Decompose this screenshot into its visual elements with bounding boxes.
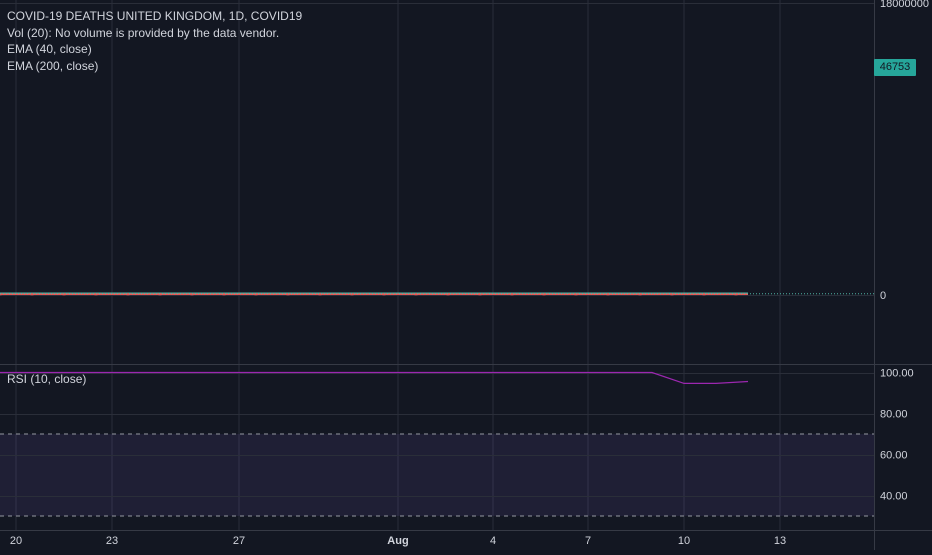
time-axis-label: Aug — [387, 535, 408, 547]
rsi-indicator-label[interactable]: RSI (10, close) — [7, 372, 86, 386]
candle-mark — [638, 293, 642, 296]
ema40-indicator-label[interactable]: EMA (40, close) — [7, 41, 302, 58]
time-axis-label: 23 — [106, 535, 118, 547]
time-axis-label: 13 — [774, 535, 786, 547]
candle-mark — [542, 293, 546, 296]
chart-legend: COVID-19 DEATHS UNITED KINGDOM, 1D, COVI… — [7, 8, 302, 74]
chart-container[interactable]: 18000000 0 100.00 80.00 60.00 40.00 20 23 27 Aug 4… — [0, 0, 932, 550]
ema200-indicator-label[interactable]: EMA (200, close) — [7, 58, 302, 75]
rsi-axis-label: 80.00 — [880, 409, 908, 421]
rsi-band — [0, 434, 874, 516]
candle-mark — [446, 293, 450, 296]
last-price-badge: 46753 — [874, 59, 916, 76]
candle-mark — [734, 293, 738, 296]
candle-mark — [62, 293, 66, 296]
candle-mark — [350, 293, 354, 296]
time-axis-label: 20 — [10, 535, 22, 547]
time-axis-label: 27 — [233, 535, 245, 547]
time-axis-label: 4 — [490, 535, 496, 547]
candle-mark — [158, 293, 162, 296]
candle-mark — [254, 293, 258, 296]
rsi-axis-label: 40.00 — [880, 491, 908, 503]
chart-title: COVID-19 DEATHS UNITED KINGDOM, 1D, COVI… — [7, 9, 303, 23]
chart-canvas[interactable]: 18000000 0 100.00 80.00 60.00 40.00 20 23 27 Aug 4… — [0, 0, 932, 550]
rsi-axis-label: 100.00 — [880, 368, 914, 380]
rsi-axis-label: 60.00 — [880, 450, 908, 462]
price-axis-label: 18000000 — [880, 0, 929, 10]
price-axis-label: 0 — [880, 290, 886, 302]
time-axis-label: 10 — [678, 535, 690, 547]
vol-indicator-label[interactable]: Vol (20): No volume is provided by the d… — [7, 25, 302, 42]
time-axis-label: 7 — [585, 535, 591, 547]
